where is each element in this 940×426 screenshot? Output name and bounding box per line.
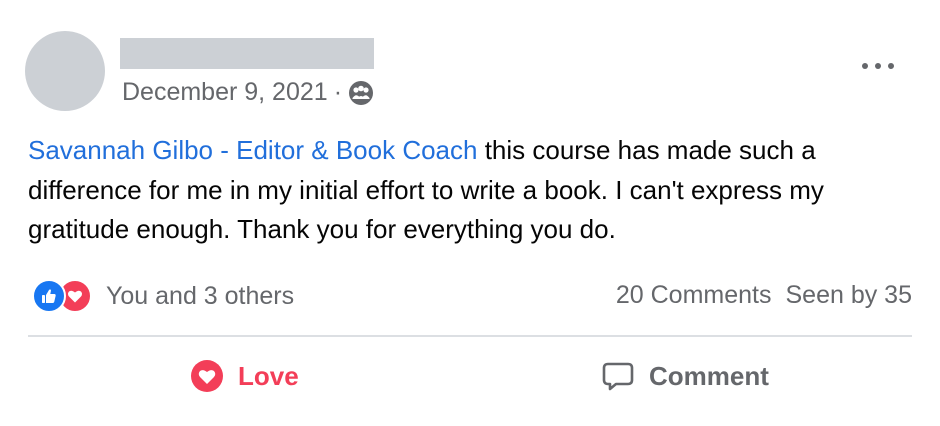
reactors-text[interactable]: You and 3 others (106, 282, 294, 311)
seen-count[interactable]: Seen by 35 (786, 281, 913, 310)
love-icon (190, 359, 224, 393)
love-label: Love (238, 360, 299, 391)
reaction-summary[interactable]: You and 3 others (32, 278, 294, 314)
post-body: Savannah Gilbo - Editor & Book Coach thi… (28, 131, 918, 250)
comment-icon (601, 359, 635, 393)
like-reaction-icon (32, 279, 66, 313)
post-meta: December 9, 2021 · (122, 78, 374, 107)
mention-link[interactable]: Savannah Gilbo - Editor & Book Coach (28, 135, 477, 165)
meta-separator: · (333, 78, 343, 106)
love-button[interactable]: Love (190, 352, 299, 400)
divider (28, 335, 912, 337)
more-options-icon[interactable] (862, 56, 894, 76)
comments-count[interactable]: 20 Comments (616, 281, 772, 310)
post-date[interactable]: December 9, 2021 (122, 78, 328, 107)
comment-label: Comment (649, 360, 769, 391)
author-avatar[interactable] (25, 31, 105, 111)
post-stats: 20 Comments Seen by 35 (616, 281, 912, 310)
author-name-redacted[interactable] (120, 38, 374, 69)
comment-button[interactable]: Comment (601, 352, 769, 400)
group-icon[interactable] (348, 80, 374, 106)
